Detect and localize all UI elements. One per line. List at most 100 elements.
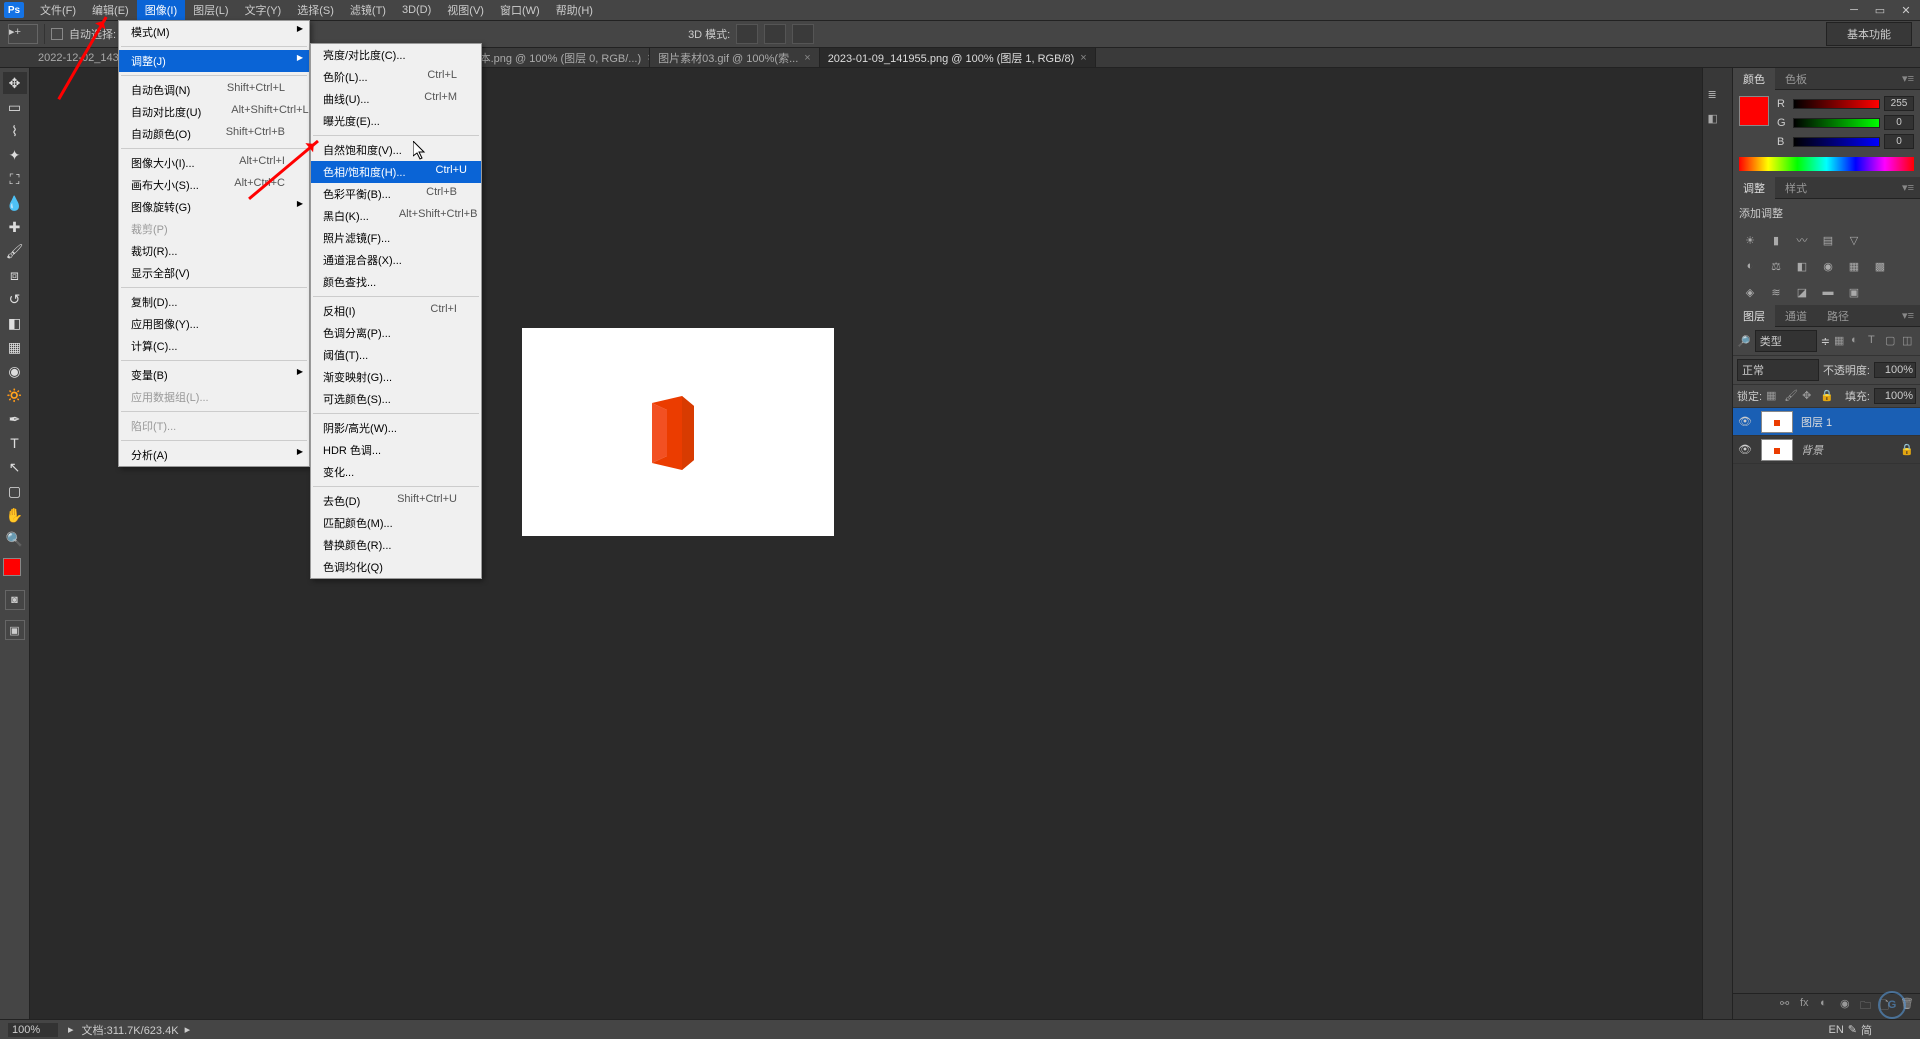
type-tool-icon[interactable]: T — [3, 432, 27, 454]
menu-color-lookup[interactable]: 颜色查找... — [311, 271, 481, 293]
document-canvas[interactable] — [522, 328, 834, 536]
new-adjust-icon[interactable]: ◉ — [1840, 997, 1856, 1016]
menu-shadows-highlights[interactable]: 阴影/高光(W)... — [311, 417, 481, 439]
invert-adjust-icon[interactable]: ◈ — [1741, 283, 1759, 301]
colorlookup-adjust-icon[interactable]: ▩ — [1871, 257, 1889, 275]
menu-image[interactable]: 图像(I) — [137, 0, 185, 20]
menu-image-size[interactable]: 图像大小(I)...Alt+Ctrl+I — [119, 152, 309, 174]
r-slider[interactable] — [1793, 99, 1880, 109]
g-value[interactable]: 0 — [1884, 115, 1914, 130]
menu-brightness-contrast[interactable]: 亮度/对比度(C)... — [311, 44, 481, 66]
photofilter-adjust-icon[interactable]: ◉ — [1819, 257, 1837, 275]
curves-adjust-icon[interactable]: 〰 — [1793, 231, 1811, 249]
auto-select-checkbox[interactable] — [51, 28, 63, 40]
layer-thumbnail[interactable] — [1761, 411, 1793, 433]
lock-all-icon[interactable]: 🔒 — [1820, 389, 1834, 403]
filter-pixel-icon[interactable]: ▦ — [1834, 334, 1848, 348]
bw-adjust-icon[interactable]: ◧ — [1793, 257, 1811, 275]
menu-3d[interactable]: 3D(D) — [394, 2, 439, 18]
layer-row[interactable]: 👁 图层 1 — [1733, 408, 1920, 436]
document-tab-active[interactable]: 2023-01-09_141955.png @ 100% (图层 1, RGB/… — [820, 48, 1096, 67]
foreground-color-swatch[interactable] — [3, 558, 21, 576]
menu-vibrance[interactable]: 自然饱和度(V)... — [311, 139, 481, 161]
gradient-adjust-icon[interactable]: ▬ — [1819, 283, 1837, 301]
selective-adjust-icon[interactable]: ▣ — [1845, 283, 1863, 301]
screenmode-icon[interactable]: ▣ — [5, 620, 25, 640]
menu-match-color[interactable]: 匹配颜色(M)... — [311, 512, 481, 534]
fill-input[interactable]: 100% — [1874, 388, 1916, 404]
menu-invert[interactable]: 反相(I)Ctrl+I — [311, 300, 481, 322]
panel-menu-icon[interactable]: ▾≡ — [1896, 72, 1920, 85]
visibility-icon[interactable]: 👁 — [1733, 415, 1757, 428]
menu-calculations[interactable]: 计算(C)... — [119, 335, 309, 357]
menu-help[interactable]: 帮助(H) — [548, 0, 601, 20]
levels-adjust-icon[interactable]: ▮ — [1767, 231, 1785, 249]
zoom-tool-icon[interactable]: 🔍 — [3, 528, 27, 550]
menu-canvas-size[interactable]: 画布大小(S)...Alt+Ctrl+C — [119, 174, 309, 196]
menu-threshold[interactable]: 阈值(T)... — [311, 344, 481, 366]
blend-mode-dropdown[interactable]: 正常 — [1737, 359, 1819, 381]
exposure-adjust-icon[interactable]: ▤ — [1819, 231, 1837, 249]
workspace-switcher[interactable]: 基本功能 — [1826, 22, 1912, 46]
quickmask-icon[interactable]: ◙ — [5, 590, 25, 610]
fg-color-swatch[interactable] — [1739, 96, 1769, 126]
eraser-tool-icon[interactable]: ◧ — [3, 312, 27, 334]
filter-smart-icon[interactable]: ◫ — [1902, 334, 1916, 348]
menu-edit[interactable]: 编辑(E) — [84, 0, 137, 20]
menu-variations[interactable]: 变化... — [311, 461, 481, 483]
ime-indicator[interactable]: EN✎简 — [1829, 1022, 1873, 1038]
window-close-icon[interactable]: ✕ — [1894, 1, 1918, 19]
3d-mode-icon[interactable] — [736, 24, 758, 44]
healing-brush-tool-icon[interactable]: ✚ — [3, 216, 27, 238]
menu-color-balance[interactable]: 色彩平衡(B)...Ctrl+B — [311, 183, 481, 205]
chevron-right-icon[interactable]: ▸ — [68, 1023, 74, 1036]
3d-mode-icon-3[interactable] — [792, 24, 814, 44]
menu-mode[interactable]: 模式(M) — [119, 21, 309, 43]
filter-type-icon[interactable]: T — [1868, 334, 1882, 348]
menu-duplicate[interactable]: 复制(D)... — [119, 291, 309, 313]
crop-tool-icon[interactable]: ⛶ — [3, 168, 27, 190]
menu-trim[interactable]: 裁切(R)... — [119, 240, 309, 262]
channelmixer-adjust-icon[interactable]: ▦ — [1845, 257, 1863, 275]
menu-filter[interactable]: 滤镜(T) — [342, 0, 394, 20]
menu-replace-color[interactable]: 替换颜色(R)... — [311, 534, 481, 556]
layer-name[interactable]: 背景 — [1797, 442, 1900, 458]
menu-exposure[interactable]: 曝光度(E)... — [311, 110, 481, 132]
menu-view[interactable]: 视图(V) — [439, 0, 492, 20]
filter-shape-icon[interactable]: ▢ — [1885, 334, 1899, 348]
menu-window[interactable]: 窗口(W) — [492, 0, 548, 20]
menu-posterize[interactable]: 色调分离(P)... — [311, 322, 481, 344]
properties-panel-icon[interactable]: ◧ — [1708, 112, 1728, 130]
menu-black-white[interactable]: 黑白(K)...Alt+Shift+Ctrl+B — [311, 205, 481, 227]
b-value[interactable]: 0 — [1884, 134, 1914, 149]
document-tab[interactable]: 图片素材03.gif @ 100%(索...× — [650, 48, 820, 67]
link-layers-icon[interactable]: ⚯ — [1780, 997, 1796, 1016]
brightness-adjust-icon[interactable]: ☀ — [1741, 231, 1759, 249]
b-slider[interactable] — [1793, 137, 1880, 147]
menu-select[interactable]: 选择(S) — [289, 0, 342, 20]
hue-strip[interactable] — [1739, 157, 1914, 171]
opacity-input[interactable]: 100% — [1874, 362, 1916, 378]
layers-panel-tab[interactable]: 图层 — [1733, 305, 1775, 327]
visibility-icon[interactable]: 👁 — [1733, 443, 1757, 456]
pen-tool-icon[interactable]: ✒ — [3, 408, 27, 430]
layer-name[interactable]: 图层 1 — [1797, 414, 1920, 430]
lock-paint-icon[interactable]: 🖌 — [1784, 389, 1798, 403]
r-value[interactable]: 255 — [1884, 96, 1914, 111]
menu-auto-color[interactable]: 自动颜色(O)Shift+Ctrl+B — [119, 123, 309, 145]
lock-transparent-icon[interactable]: ▦ — [1766, 389, 1780, 403]
menu-auto-contrast[interactable]: 自动对比度(U)Alt+Shift+Ctrl+L — [119, 101, 309, 123]
zoom-select[interactable]: 100% — [8, 1023, 58, 1037]
g-slider[interactable] — [1793, 118, 1880, 128]
fx-icon[interactable]: fx — [1800, 997, 1816, 1016]
magic-wand-tool-icon[interactable]: ✦ — [3, 144, 27, 166]
path-tool-icon[interactable]: ↖ — [3, 456, 27, 478]
lasso-tool-icon[interactable]: ⌇ — [3, 120, 27, 142]
brush-tool-icon[interactable]: 🖌 — [3, 240, 27, 262]
window-minimize-icon[interactable]: ─ — [1842, 1, 1866, 19]
menu-selective-color[interactable]: 可选颜色(S)... — [311, 388, 481, 410]
tool-preset-picker[interactable]: ▸+ — [8, 24, 38, 44]
vibrance-adjust-icon[interactable]: ▽ — [1845, 231, 1863, 249]
menu-reveal-all[interactable]: 显示全部(V) — [119, 262, 309, 284]
menu-levels[interactable]: 色阶(L)...Ctrl+L — [311, 66, 481, 88]
